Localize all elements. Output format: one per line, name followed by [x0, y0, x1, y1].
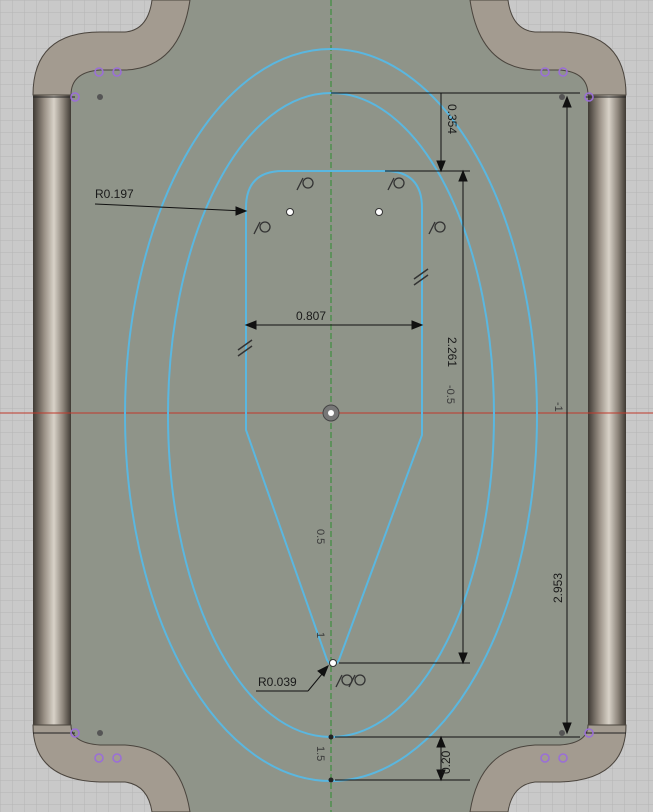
- dim-radius-top-left[interactable]: R0.197: [95, 187, 134, 201]
- dim-width-inner[interactable]: 0.807: [296, 309, 326, 323]
- cad-sketch-canvas[interactable]: R0.197 0.807 0.354 2.261 2.953 R0.039 0.…: [0, 0, 653, 812]
- ellipse-point[interactable]: [328, 777, 334, 783]
- hole-marker: [97, 94, 103, 100]
- arc-center-point[interactable]: [329, 659, 337, 667]
- origin-icon[interactable]: [322, 404, 340, 422]
- axis-label-half: 0.5: [314, 529, 326, 544]
- axis-label-one: 1: [314, 632, 326, 638]
- dim-bottom-offset[interactable]: 0.20: [439, 750, 453, 774]
- hole-marker: [97, 730, 103, 736]
- left-tube: [33, 90, 71, 730]
- dim-radius-bottom[interactable]: R0.039: [258, 675, 297, 689]
- arc-center-point[interactable]: [375, 208, 383, 216]
- arc-center-point[interactable]: [286, 208, 294, 216]
- axis-label-neg-one: -1: [552, 402, 564, 412]
- axis-label-neg-half: -0.5: [444, 385, 456, 404]
- ellipse-point[interactable]: [328, 734, 334, 740]
- dim-total-height[interactable]: 2.953: [551, 573, 565, 603]
- dim-slot-height[interactable]: 2.261: [445, 337, 459, 367]
- sketch-svg[interactable]: R0.197 0.807 0.354 2.261 2.953 R0.039 0.…: [0, 0, 653, 812]
- dim-top-offset[interactable]: 0.354: [445, 104, 459, 134]
- axis-label-one-half: 1.5: [314, 746, 326, 761]
- hole-marker: [559, 94, 565, 100]
- right-tube: [588, 90, 626, 730]
- hole-marker: [559, 730, 565, 736]
